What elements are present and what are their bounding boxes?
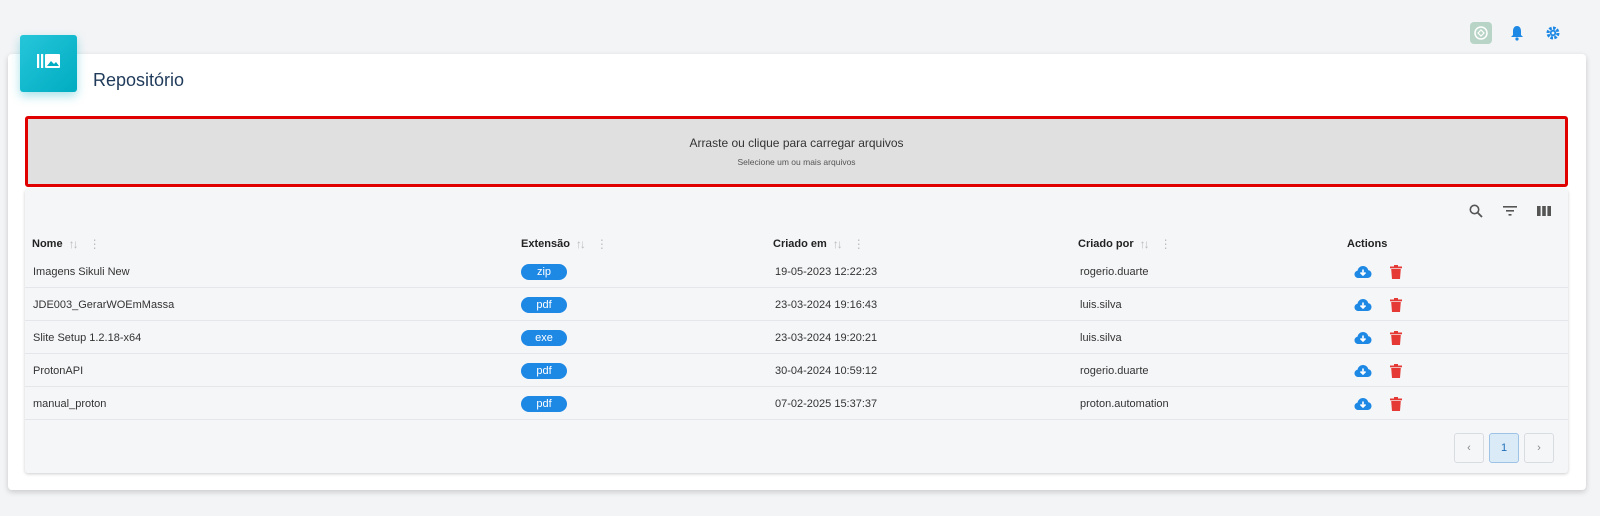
- extension-badge: pdf: [521, 362, 567, 379]
- created-by: luis.silva: [1080, 298, 1122, 311]
- search-icon[interactable]: [1466, 201, 1486, 221]
- created-at: 30-04-2024 10:59:12: [775, 364, 878, 377]
- prev-page-button[interactable]: ‹: [1454, 433, 1484, 463]
- created-at: 07-02-2025 15:37:37: [775, 397, 878, 410]
- created-at: 23-03-2024 19:20:21: [775, 331, 878, 344]
- column-menu-icon[interactable]: ⋮: [596, 237, 608, 251]
- photo-library-icon: [36, 52, 61, 75]
- trash-icon[interactable]: [1387, 362, 1405, 380]
- page-title: Repositório: [93, 70, 185, 90]
- file-name: Slite Setup 1.2.18-x64: [33, 331, 142, 344]
- table-row[interactable]: ProtonAPI pdf 30-04-2024 10:59:12 rogeri…: [25, 354, 1568, 387]
- cloud-download-icon[interactable]: [1354, 329, 1372, 347]
- gear-icon[interactable]: [1542, 22, 1564, 44]
- column-header-extensao[interactable]: Extensão ↑↓ ⋮: [521, 233, 608, 255]
- column-header-criado-em[interactable]: Criado em ↑↓ ⋮: [773, 233, 865, 255]
- created-by: rogerio.duarte: [1080, 364, 1149, 377]
- cloud-download-icon[interactable]: [1354, 296, 1372, 314]
- sort-icon[interactable]: ↑↓: [1140, 237, 1150, 251]
- sort-icon[interactable]: ↑↓: [576, 237, 586, 251]
- table-row[interactable]: Slite Setup 1.2.18-x64 exe 23-03-2024 19…: [25, 321, 1568, 354]
- filter-icon[interactable]: [1500, 201, 1520, 221]
- file-name: manual_proton: [33, 397, 107, 410]
- dropzone-main-text: Arraste ou clique para carregar arquivos: [689, 136, 904, 150]
- cloud-download-icon[interactable]: [1354, 263, 1372, 281]
- column-header-label: Actions: [1347, 238, 1388, 250]
- created-at: 19-05-2023 12:22:23: [775, 265, 878, 278]
- trash-icon[interactable]: [1387, 329, 1405, 347]
- table-row[interactable]: JDE003_GerarWOEmMassa pdf 23-03-2024 19:…: [25, 288, 1568, 321]
- table-toolbar: [1466, 201, 1554, 221]
- sort-icon[interactable]: ↑↓: [833, 237, 843, 251]
- bell-icon[interactable]: [1506, 22, 1528, 44]
- created-at: 23-03-2024 19:16:43: [775, 298, 878, 311]
- column-header-label: Criado em: [773, 238, 827, 250]
- created-by: rogerio.duarte: [1080, 265, 1149, 278]
- extension-badge: pdf: [521, 395, 567, 412]
- pagination: ‹ 1 ›: [1454, 433, 1554, 463]
- table-body: Imagens Sikuli New zip 19-05-2023 12:22:…: [25, 255, 1568, 420]
- columns-icon[interactable]: [1534, 201, 1554, 221]
- cloud-download-icon[interactable]: [1354, 395, 1372, 413]
- extension-badge: zip: [521, 263, 567, 280]
- table-row[interactable]: manual_proton pdf 07-02-2025 15:37:37 pr…: [25, 387, 1568, 420]
- files-table-panel: Nome ↑↓ ⋮ Extensão ↑↓ ⋮ Criado em ↑↓ ⋮ C…: [25, 189, 1568, 473]
- trash-icon[interactable]: [1387, 296, 1405, 314]
- file-name: JDE003_GerarWOEmMassa: [33, 298, 175, 311]
- trash-icon[interactable]: [1387, 395, 1405, 413]
- column-header-label: Extensão: [521, 238, 570, 250]
- extension-badge: exe: [521, 329, 567, 346]
- column-menu-icon[interactable]: ⋮: [1160, 237, 1172, 251]
- file-name: ProtonAPI: [33, 364, 84, 377]
- sort-icon[interactable]: ↑↓: [69, 237, 79, 251]
- column-menu-icon[interactable]: ⋮: [853, 237, 865, 251]
- header-icons: [1470, 22, 1564, 44]
- table-header: Nome ↑↓ ⋮ Extensão ↑↓ ⋮ Criado em ↑↓ ⋮ C…: [25, 233, 1568, 255]
- column-header-label: Nome: [32, 238, 63, 250]
- next-page-button[interactable]: ›: [1524, 433, 1554, 463]
- extension-badge: pdf: [521, 296, 567, 313]
- chatgpt-icon[interactable]: [1470, 22, 1492, 44]
- column-header-criado-por[interactable]: Criado por ↑↓ ⋮: [1078, 233, 1172, 255]
- dropzone-sub-text: Selecione um ou mais arquivos: [737, 157, 856, 167]
- page-button-current[interactable]: 1: [1489, 433, 1519, 463]
- file-name: Imagens Sikuli New: [33, 265, 130, 278]
- cloud-download-icon[interactable]: [1354, 362, 1372, 380]
- column-header-label: Criado por: [1078, 238, 1134, 250]
- column-menu-icon[interactable]: ⋮: [89, 237, 101, 251]
- trash-icon[interactable]: [1387, 263, 1405, 281]
- created-by: proton.automation: [1080, 397, 1169, 410]
- column-header-actions: Actions: [1347, 233, 1387, 255]
- upload-dropzone[interactable]: Arraste ou clique para carregar arquivos…: [25, 116, 1568, 187]
- created-by: luis.silva: [1080, 331, 1122, 344]
- repository-badge: [20, 35, 77, 92]
- table-row[interactable]: Imagens Sikuli New zip 19-05-2023 12:22:…: [25, 255, 1568, 288]
- column-header-nome[interactable]: Nome ↑↓ ⋮: [32, 233, 101, 255]
